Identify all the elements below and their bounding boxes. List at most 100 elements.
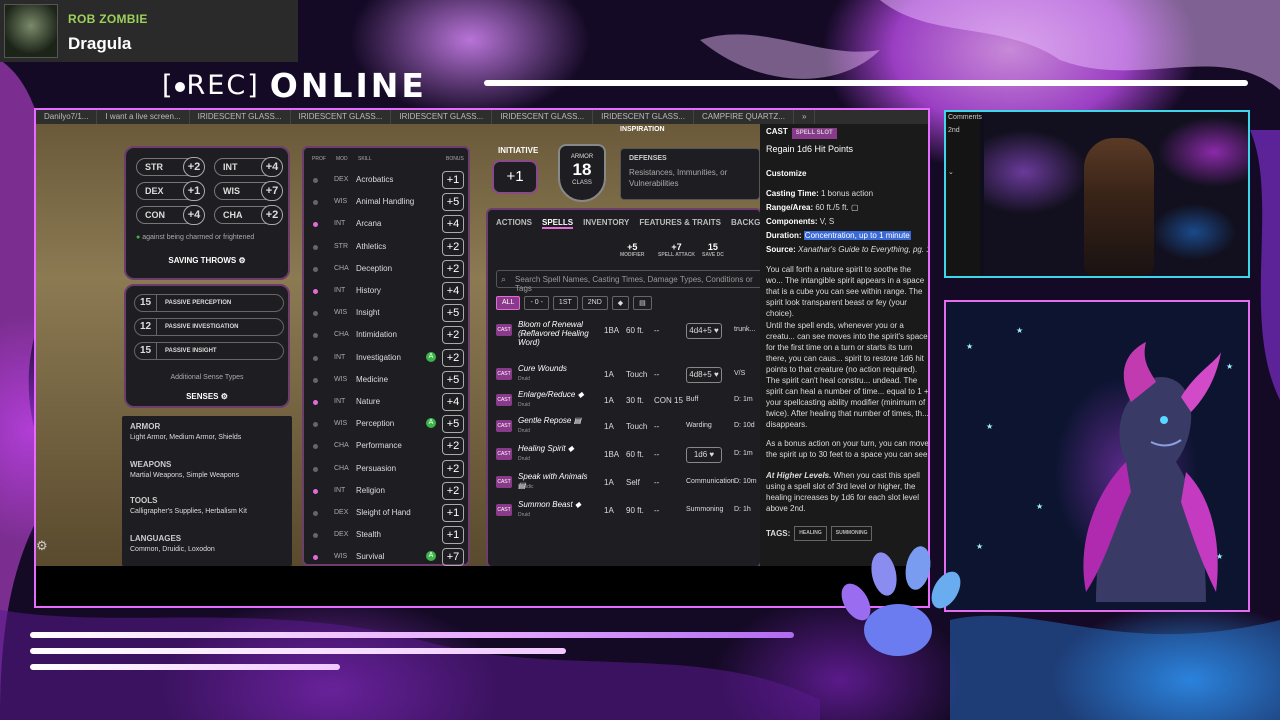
browser-tab[interactable]: IRIDESCENT GLASS...: [593, 110, 694, 124]
save-int[interactable]: INT +4: [214, 157, 283, 177]
browser-tab[interactable]: IRIDESCENT GLASS...: [291, 110, 392, 124]
spell-class: Druid: [518, 456, 530, 462]
skill-row[interactable]: WIS Animal Handling +5: [308, 192, 468, 214]
skill-row[interactable]: STR Athletics +2: [308, 237, 468, 259]
passive-label: PASSIVE INVESTIGATION: [165, 324, 239, 330]
proficiencies-panel[interactable]: ARMOR Light Armor, Medium Armor, Shields…: [122, 416, 292, 566]
paw-print-icon: [841, 546, 961, 656]
cast-button[interactable]: CAST: [496, 324, 512, 336]
skill-row[interactable]: CHA Deception +2: [308, 259, 468, 281]
spell-range: 60 ft.: [626, 326, 644, 335]
skill-name: Nature: [356, 397, 381, 406]
skill-row[interactable]: CHA Performance +2: [308, 436, 468, 458]
skill-row[interactable]: INT Investigation A +2: [308, 348, 468, 370]
save-str[interactable]: STR +2: [136, 157, 205, 177]
customize-link[interactable]: Customize: [766, 168, 806, 179]
inspiration-label[interactable]: INSPIRATION: [620, 126, 665, 133]
armor-value: Light Armor, Medium Armor, Shields: [130, 434, 242, 441]
additional-senses: Additional Sense Types: [170, 374, 244, 381]
skill-name: Perception: [356, 419, 395, 429]
skill-row[interactable]: CHA Intimidation +2: [308, 325, 468, 347]
advantage-icon: A: [426, 351, 436, 362]
tab-background[interactable]: BACKGROUND: [731, 218, 760, 229]
skill-row[interactable]: DEX Acrobatics +1: [308, 170, 468, 192]
passive-label: PASSIVE PERCEPTION: [165, 300, 232, 306]
browser-tab[interactable]: Danilyo7/1...: [36, 110, 98, 124]
kv-value: Concentration, up to 1 minute: [803, 231, 911, 240]
settings-gear-icon[interactable]: ⚙: [36, 538, 48, 554]
skill-row[interactable]: WIS Medicine +5: [308, 370, 468, 392]
browser-tab[interactable]: CAMPFIRE QUARTZ...: [694, 110, 794, 124]
skill-name: History: [356, 286, 381, 295]
save-ability: DEX: [145, 186, 164, 196]
tab-actions[interactable]: ACTIONS: [496, 218, 532, 229]
skill-row[interactable]: INT History +4: [308, 281, 468, 303]
spell-effect: Summoning: [686, 506, 724, 513]
browser-tab[interactable]: IRIDESCENT GLASS...: [492, 110, 594, 124]
skill-name: Sleight of Hand: [356, 508, 411, 517]
browser-tab[interactable]: IRIDESCENT GLASS...: [190, 110, 291, 124]
filter-cantrip[interactable]: - 0 -: [524, 296, 549, 310]
saving-throw-note: ● against being charmed or frightened: [136, 234, 254, 241]
skill-row[interactable]: CHA Persuasion +2: [308, 459, 468, 481]
skill-row[interactable]: DEX Sleight of Hand +1: [308, 503, 468, 525]
save-bonus: +7: [261, 181, 283, 201]
cast-button[interactable]: CAST: [496, 420, 512, 432]
skill-row[interactable]: INT Arcana +4: [308, 214, 468, 236]
tab-features-traits[interactable]: FEATURES & TRAITS: [639, 218, 721, 229]
skill-row[interactable]: WIS Insight +5: [308, 303, 468, 325]
defenses-box[interactable]: DEFENSES Resistances, Immunities, or Vul…: [620, 148, 760, 200]
save-cha[interactable]: CHA +2: [214, 205, 283, 225]
spell-row[interactable]: CAST Healing Spirit ◆ Druid 1BA 60 ft. -- 1d6 …: [496, 442, 760, 468]
gear-icon: ⚙: [220, 392, 228, 401]
cast-button[interactable]: CAST: [496, 368, 512, 380]
cast-button[interactable]: CAST: [496, 448, 512, 460]
spell-row[interactable]: CAST Speak with Animals ▤ Druidic 1A Self -- C…: [496, 470, 760, 496]
filter-all[interactable]: ALL: [496, 296, 521, 310]
saving-throws-title[interactable]: SAVING THROWS ⚙: [126, 256, 288, 265]
skill-row[interactable]: INT Nature +4: [308, 392, 468, 414]
weapons-value: Martial Weapons, Simple Weapons: [130, 472, 240, 479]
skill-name: Persuasion: [356, 463, 397, 473]
skill-name: Arcana: [356, 219, 382, 229]
filter-ritual-icon[interactable]: ▤: [633, 296, 652, 310]
tag-healing[interactable]: HEALING: [794, 526, 827, 541]
spell-row[interactable]: CAST Enlarge/Reduce ◆ Druid 1A 30 ft. CON 15 B…: [496, 388, 760, 414]
cast-button[interactable]: CAST: [496, 476, 512, 488]
filter-2nd[interactable]: 2ND: [581, 296, 608, 310]
proficiency-dot-icon: [313, 333, 318, 339]
skill-row[interactable]: WIS Survival A +7: [308, 547, 468, 566]
senses-title[interactable]: SENSES ⚙: [126, 392, 288, 401]
filter-concentration-icon[interactable]: ◆: [611, 296, 630, 310]
skill-row[interactable]: DEX Stealth +1: [308, 525, 468, 547]
initiative-value[interactable]: +1: [492, 160, 538, 194]
filter-1st[interactable]: 1ST: [552, 296, 578, 310]
webcam-side-strip: Comments 2nd ⌄: [946, 112, 982, 276]
spell-row[interactable]: CAST Summon Beast ◆ Druid 1A 90 ft. -- Summoni…: [496, 498, 760, 524]
spell-notes: D: 1m: [734, 396, 753, 403]
skill-name: Acrobatics: [356, 175, 394, 184]
spell-row[interactable]: CAST Cure Wounds Druid 1A Touch -- 4d8+5 ♥ V/S: [496, 362, 760, 388]
cast-slot-button[interactable]: SPELL SLOT: [791, 128, 837, 139]
star-icon: ★: [976, 542, 984, 551]
save-wis[interactable]: WIS +7: [214, 181, 283, 201]
skill-row[interactable]: WIS Perception A +5: [308, 414, 468, 436]
browser-tab[interactable]: IRIDESCENT GLASS...: [391, 110, 493, 124]
spell-row[interactable]: CAST Gentle Repose ▤ Druid 1A Touch -- Warding…: [496, 414, 760, 440]
browser-tab[interactable]: I want a live screen...: [97, 110, 190, 124]
skill-row[interactable]: INT Religion +2: [308, 481, 468, 503]
star-icon: ★: [1036, 502, 1044, 511]
skill-mod: CHA: [334, 331, 349, 339]
spell-class: Druid: [518, 512, 530, 518]
spell-search-input[interactable]: ⌕ Search Spell Names, Casting Times, Dama…: [496, 270, 760, 293]
spell-row[interactable]: CAST Bloom of Renewal (Reflavored Healing…: [496, 318, 760, 347]
spell-save-dc: 15 SAVE DC: [702, 242, 724, 258]
tab-inventory[interactable]: INVENTORY: [583, 218, 629, 229]
tab-spells[interactable]: SPELLS: [542, 218, 574, 229]
armor-class-shield[interactable]: ARMOR 18 CLASS: [558, 144, 606, 202]
tab-overflow-icon[interactable]: »: [794, 110, 816, 124]
cast-button[interactable]: CAST: [496, 394, 512, 406]
save-dex[interactable]: DEX +1: [136, 181, 205, 201]
save-con[interactable]: CON +4: [136, 205, 205, 225]
cast-button[interactable]: CAST: [496, 504, 512, 516]
